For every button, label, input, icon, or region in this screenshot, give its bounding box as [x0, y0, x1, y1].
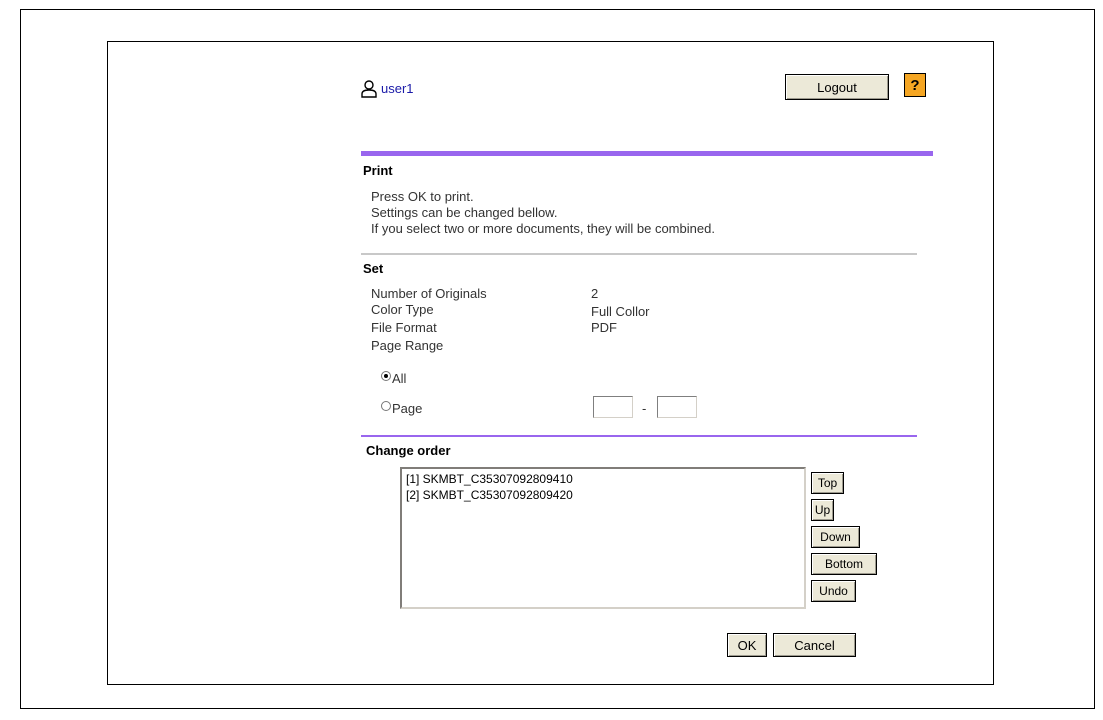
move-bottom-button[interactable]: Bottom — [811, 553, 877, 575]
file-format-label: File Format — [371, 320, 437, 335]
move-up-button[interactable]: Up — [811, 499, 834, 521]
header-divider — [361, 151, 933, 156]
page-radio-label: Page — [392, 401, 423, 416]
logout-button[interactable]: Logout — [785, 74, 889, 100]
color-type-label: Color Type — [371, 302, 434, 317]
username-link[interactable]: user1 — [381, 81, 414, 96]
help-icon: ? — [910, 76, 920, 94]
all-radio[interactable] — [381, 371, 391, 381]
help-button[interactable]: ? — [904, 73, 926, 97]
originals-value: 2 — [591, 286, 599, 301]
change-order-title: Change order — [366, 443, 451, 458]
originals-label: Number of Originals — [371, 286, 487, 301]
set-section-title: Set — [363, 261, 384, 276]
change-order-divider — [361, 435, 917, 437]
undo-button[interactable]: Undo — [811, 580, 856, 602]
user-icon — [361, 80, 377, 98]
print-instruction-2: Settings can be changed bellow. — [371, 205, 558, 220]
page-to-input[interactable] — [657, 396, 697, 418]
print-instruction-1: Press OK to print. — [371, 189, 474, 204]
color-type-value: Full Collor — [591, 304, 650, 319]
page-range-label: Page Range — [371, 338, 444, 353]
ok-button[interactable]: OK — [727, 633, 767, 657]
cancel-button[interactable]: Cancel — [773, 633, 856, 657]
file-format-value: PDF — [591, 320, 617, 335]
page-radio[interactable] — [381, 401, 391, 411]
page-range-separator: - — [642, 401, 647, 416]
print-instruction-3: If you select two or more documents, the… — [371, 221, 715, 236]
list-item[interactable]: [1] SKMBT_C35307092809410 — [406, 472, 573, 486]
move-down-button[interactable]: Down — [811, 526, 860, 548]
print-section-title: Print — [363, 163, 393, 178]
all-radio-label: All — [392, 371, 407, 386]
list-item[interactable]: [2] SKMBT_C35307092809420 — [406, 488, 573, 502]
page-from-input[interactable] — [593, 396, 633, 418]
document-order-listbox[interactable]: [1] SKMBT_C35307092809410 [2] SKMBT_C353… — [400, 467, 806, 609]
move-top-button[interactable]: Top — [811, 472, 844, 494]
section-divider — [361, 253, 917, 255]
